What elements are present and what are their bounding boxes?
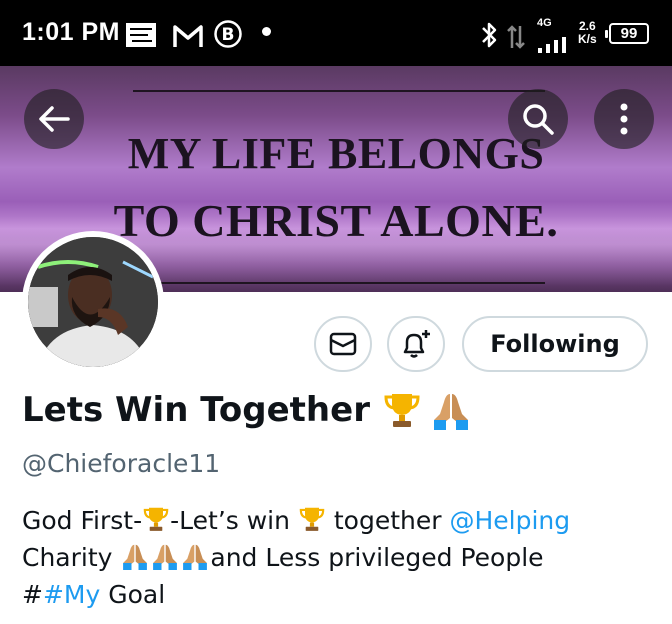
- network-speed: 2.6 K/s: [578, 20, 597, 46]
- user-handle: @Chieforacle11: [22, 449, 221, 478]
- trophy-icon: [143, 507, 169, 531]
- profile-bio: God First- -Let’s win together @Helping C…: [22, 502, 652, 613]
- network-type: 4G: [537, 17, 552, 29]
- svg-text:B: B: [222, 25, 235, 45]
- back-arrow-icon: [39, 106, 70, 132]
- bio-text: and Less privileged People: [210, 543, 544, 572]
- display-name-row: Lets Win Together: [22, 390, 472, 430]
- bio-text: Charity: [22, 543, 121, 572]
- mention-link[interactable]: @Helping: [449, 506, 570, 535]
- app-notification-icon: [126, 23, 156, 47]
- bio-text: together: [325, 506, 450, 535]
- back-button[interactable]: [24, 89, 84, 149]
- notification-dot: [262, 27, 271, 36]
- trophy-icon: [384, 394, 420, 427]
- more-options-button[interactable]: [594, 89, 654, 149]
- battery-indicator: 99: [605, 23, 649, 44]
- notifications-button[interactable]: [387, 316, 445, 372]
- signal-icon: [538, 37, 566, 53]
- following-button[interactable]: Following: [462, 316, 648, 372]
- bluetooth-icon: [482, 22, 497, 48]
- trophy-icon: [299, 507, 325, 531]
- bell-plus-icon: [403, 330, 430, 358]
- speed-unit: K/s: [578, 32, 597, 46]
- praying-hands-icon: [123, 544, 148, 570]
- message-button[interactable]: [314, 316, 372, 372]
- profile-avatar[interactable]: [22, 231, 164, 373]
- status-time: 1:01 PM: [22, 18, 120, 46]
- status-bar: 1:01 PM B 4G 2.6 K/s 99: [0, 0, 672, 66]
- bio-text: #: [22, 580, 43, 609]
- search-button[interactable]: [508, 89, 568, 149]
- praying-hands-icon: [153, 544, 178, 570]
- display-name: Lets Win Together: [22, 390, 370, 430]
- banner-text-line1: MY LIFE BELONGS: [127, 129, 545, 178]
- hashtag-link[interactable]: #My: [43, 580, 100, 609]
- avatar-photo: [28, 237, 158, 367]
- data-arrows-icon: [507, 25, 525, 49]
- gmail-icon: [173, 25, 203, 47]
- search-icon: [523, 104, 554, 135]
- bio-text: God First-: [22, 506, 143, 535]
- message-icon: [329, 332, 357, 356]
- avatar-illustration: [28, 237, 158, 367]
- praying-hands-icon: [433, 394, 468, 430]
- bio-text: Goal: [100, 580, 166, 609]
- bio-text: -Let’s win: [170, 506, 298, 535]
- praying-hands-icon: [183, 544, 208, 570]
- banner-bottom-rule: [133, 282, 545, 284]
- more-options-icon: [620, 103, 628, 135]
- b-app-icon: B: [214, 20, 242, 48]
- banner-top-rule: [133, 90, 545, 92]
